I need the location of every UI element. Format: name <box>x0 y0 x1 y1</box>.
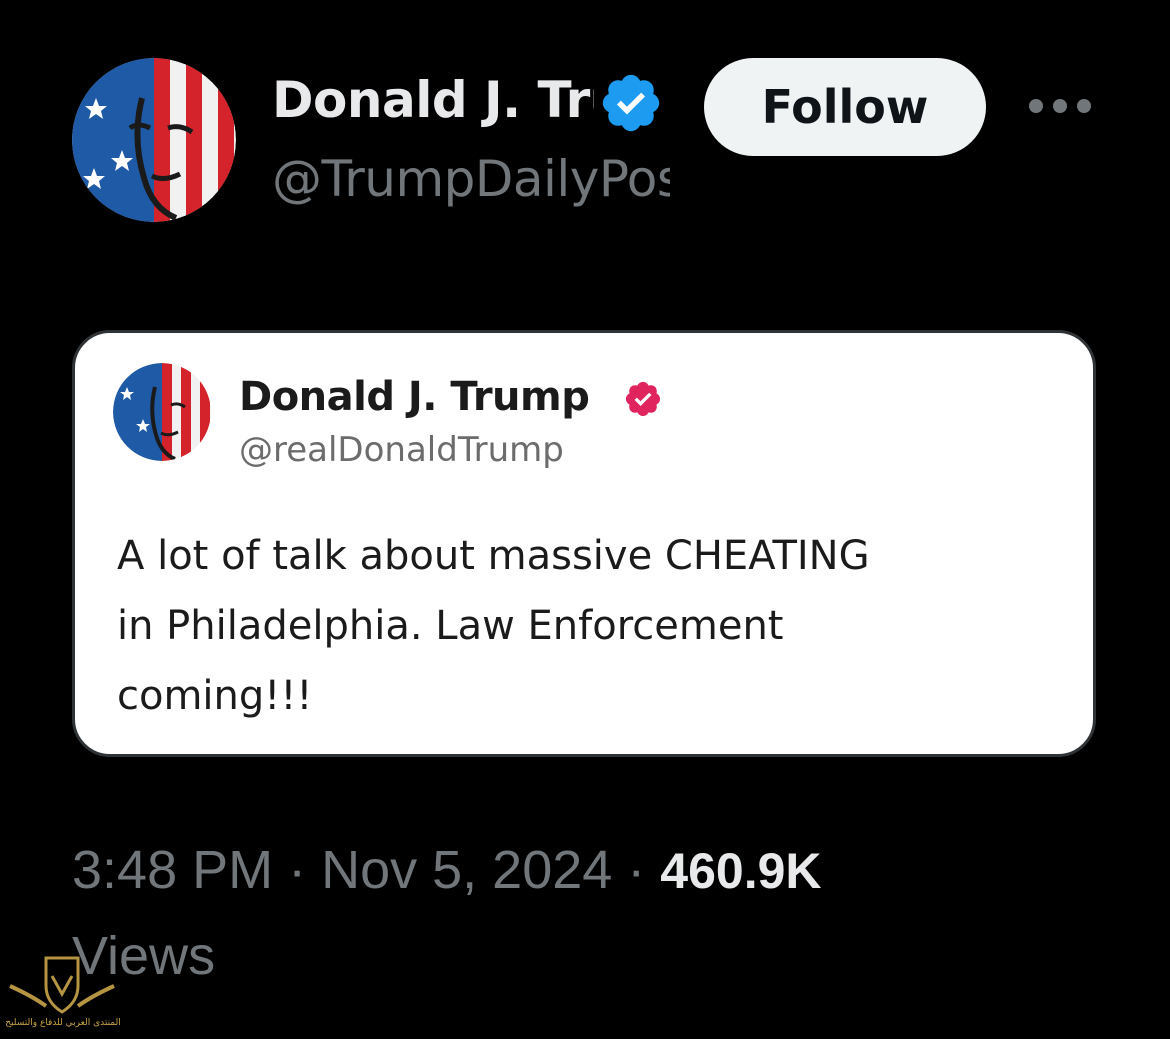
quoted-post-text-line: in Philadelphia. Law Enforcement <box>117 603 784 649</box>
quoted-author-handle: @realDonaldTrump <box>239 430 564 470</box>
timestamp[interactable]: 3:48 PM · Nov 5, 2024 · <box>72 840 645 900</box>
verified-badge-icon <box>598 70 664 136</box>
views-count[interactable]: 460.9K <box>660 843 821 899</box>
quoted-post-text-line: coming!!! <box>117 673 313 719</box>
quoted-author-avatar <box>113 363 211 461</box>
quoted-post-text-line: A lot of talk about massive CHEATING <box>117 533 870 579</box>
quoted-post-text: A lot of talk about massive CHEATING in … <box>117 521 1077 731</box>
author-handle[interactable]: @TrumpDailyPosts <box>272 146 670 212</box>
quoted-author-name: Donald J. Trump <box>239 374 590 420</box>
author-display-name[interactable]: Donald J. Trump <box>272 68 594 132</box>
more-horizontal-icon[interactable] <box>1024 86 1096 126</box>
verified-badge-icon <box>623 379 663 419</box>
author-avatar[interactable] <box>72 58 236 222</box>
quoted-post-card[interactable]: Donald J. Trump @realDonaldTrump A lot o… <box>72 330 1096 757</box>
tweet-metadata: 3:48 PM · Nov 5, 2024 · 460.9K <box>72 836 1132 905</box>
watermark-text: المنتدى العربي للدفاع والتسليح <box>5 1018 121 1028</box>
follow-button[interactable]: Follow <box>704 58 986 156</box>
